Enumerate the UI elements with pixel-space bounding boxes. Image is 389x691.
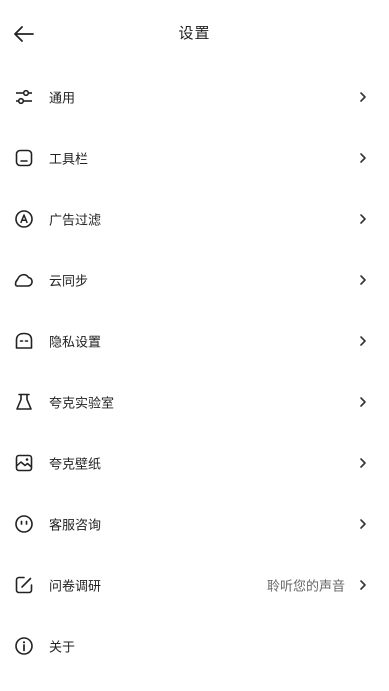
chevron-right-icon <box>359 579 367 591</box>
settings-item-ad-filter[interactable]: 广告过滤 <box>0 188 389 249</box>
settings-item-label: 隐私设置 <box>49 335 102 350</box>
settings-item-label: 夸克壁纸 <box>49 457 102 472</box>
flask-icon <box>14 392 34 412</box>
settings-item-lab[interactable]: 夸克实验室 <box>0 371 389 432</box>
page-title: 设置 <box>178 24 211 42</box>
chevron-right-icon <box>359 457 367 469</box>
settings-item-label: 工具栏 <box>49 152 89 167</box>
cloud-icon <box>14 270 34 290</box>
settings-item-survey[interactable]: 问卷调研 聆听您的声音 <box>0 554 389 615</box>
settings-item-label: 通用 <box>49 91 76 106</box>
chevron-right-icon <box>359 518 367 530</box>
chevron-right-icon <box>359 213 367 225</box>
sliders-icon <box>14 87 34 107</box>
top-bar: 设置 <box>0 0 389 68</box>
chevron-right-icon <box>359 91 367 103</box>
privacy-icon <box>14 331 34 351</box>
survey-icon <box>14 575 34 595</box>
settings-item-privacy[interactable]: 隐私设置 <box>0 310 389 371</box>
settings-item-toolbar[interactable]: 工具栏 <box>0 127 389 188</box>
support-icon <box>14 514 34 534</box>
settings-list: 通用 工具栏 广告过滤 云同步 隐私设置 夸克实验室 夸克壁纸 客服咨询 问卷调… <box>0 66 389 676</box>
settings-item-label: 广告过滤 <box>49 213 102 228</box>
toolbar-icon <box>14 148 34 168</box>
wallpaper-icon <box>14 453 34 473</box>
settings-item-cloud-sync[interactable]: 云同步 <box>0 249 389 310</box>
ad-block-icon <box>14 209 34 229</box>
settings-item-label: 云同步 <box>49 274 89 289</box>
settings-item-label: 问卷调研 <box>49 579 102 594</box>
info-icon <box>14 636 34 656</box>
settings-item-general[interactable]: 通用 <box>0 66 389 127</box>
settings-item-label: 夸克实验室 <box>49 396 115 411</box>
settings-item-value: 聆听您的声音 <box>266 579 345 594</box>
chevron-right-icon <box>359 335 367 347</box>
chevron-right-icon <box>359 274 367 286</box>
settings-item-label: 关于 <box>49 640 76 655</box>
settings-item-wallpaper[interactable]: 夸克壁纸 <box>0 432 389 493</box>
settings-item-support[interactable]: 客服咨询 <box>0 493 389 554</box>
settings-item-about[interactable]: 关于 <box>0 615 389 676</box>
chevron-right-icon <box>359 152 367 164</box>
chevron-right-icon <box>359 396 367 408</box>
settings-item-label: 客服咨询 <box>49 518 102 533</box>
